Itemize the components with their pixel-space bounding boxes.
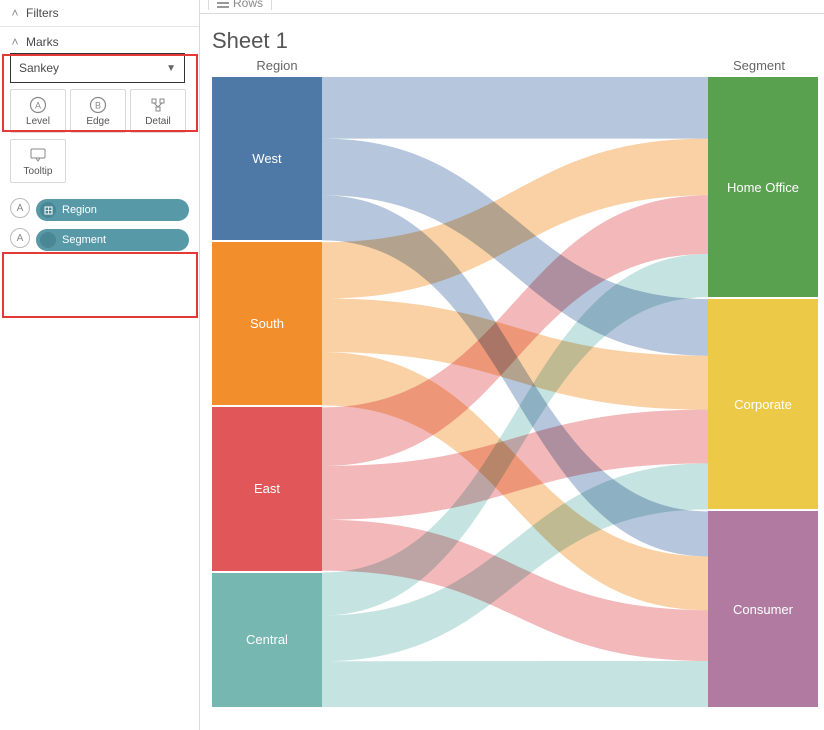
chevron-down-icon: ˄ xyxy=(10,35,20,49)
pill-row-segment: A Segment xyxy=(10,225,189,251)
level-a-icon: A xyxy=(29,96,47,114)
marks-header[interactable]: ˄ Marks xyxy=(10,35,189,49)
level-a-icon: A xyxy=(10,198,30,218)
pill-segment[interactable]: Segment xyxy=(36,229,189,251)
filters-section[interactable]: ˄ Filters xyxy=(0,0,199,27)
sankey-link[interactable] xyxy=(322,661,708,707)
chart-headers: Region Segment xyxy=(200,58,824,77)
pill-region-label: Region xyxy=(62,204,97,216)
field-icon xyxy=(40,202,56,218)
marks-card: ˄ Marks Sankey ▼ A Level B Edge xyxy=(0,27,199,261)
marks-label: Marks xyxy=(26,35,59,49)
rows-icon xyxy=(217,0,229,9)
pill-segment-label: Segment xyxy=(62,234,106,246)
rows-shelf-label[interactable]: Rows xyxy=(208,0,272,10)
chevron-down-icon: ˄ xyxy=(10,6,20,20)
sankey-links xyxy=(322,77,708,707)
sheet-title[interactable]: Sheet 1 xyxy=(200,14,824,58)
field-icon xyxy=(40,232,56,248)
detail-icon xyxy=(149,96,167,114)
level-a-icon: A xyxy=(10,228,30,248)
sankey-node-corporate[interactable]: Corporate xyxy=(708,299,818,509)
sankey-chart[interactable]: WestSouthEastCentral Home OfficeCorporat… xyxy=(212,77,818,707)
mark-type-value: Sankey xyxy=(19,61,59,75)
svg-text:A: A xyxy=(35,100,41,110)
sankey-node-central[interactable]: Central xyxy=(212,573,322,707)
sankey-link[interactable] xyxy=(322,77,708,139)
highlight-box-pills xyxy=(2,252,198,318)
filters-label: Filters xyxy=(26,6,59,20)
tooltip-icon xyxy=(29,146,47,164)
edge-b-icon: B xyxy=(89,96,107,114)
sankey-node-home-office[interactable]: Home Office xyxy=(708,77,818,297)
side-panel: ˄ Filters ˄ Marks Sankey ▼ A Level B E xyxy=(0,0,200,730)
mark-type-dropdown[interactable]: Sankey ▼ xyxy=(10,53,185,83)
header-segment: Segment xyxy=(704,58,814,73)
chevron-down-icon: ▼ xyxy=(166,63,176,74)
sankey-node-west[interactable]: West xyxy=(212,77,322,240)
pill-region[interactable]: Region xyxy=(36,199,189,221)
tooltip-button[interactable]: Tooltip xyxy=(10,139,66,183)
rows-label-text: Rows xyxy=(233,0,263,10)
edge-button[interactable]: B Edge xyxy=(70,89,126,133)
sankey-node-south[interactable]: South xyxy=(212,242,322,405)
header-region: Region xyxy=(212,58,342,73)
edge-button-label: Edge xyxy=(86,116,109,127)
level-button[interactable]: A Level xyxy=(10,89,66,133)
worksheet: Sheet 1 Region Segment WestSouthEastCent… xyxy=(200,14,824,730)
pill-row-region: A Region xyxy=(10,195,189,221)
tooltip-button-label: Tooltip xyxy=(24,166,53,177)
detail-button-label: Detail xyxy=(145,116,171,127)
svg-text:B: B xyxy=(95,100,101,110)
rows-shelf: Rows xyxy=(200,0,824,14)
detail-button[interactable]: Detail xyxy=(130,89,186,133)
sankey-node-east[interactable]: East xyxy=(212,407,322,570)
sankey-node-consumer[interactable]: Consumer xyxy=(708,511,818,707)
level-button-label: Level xyxy=(26,116,50,127)
